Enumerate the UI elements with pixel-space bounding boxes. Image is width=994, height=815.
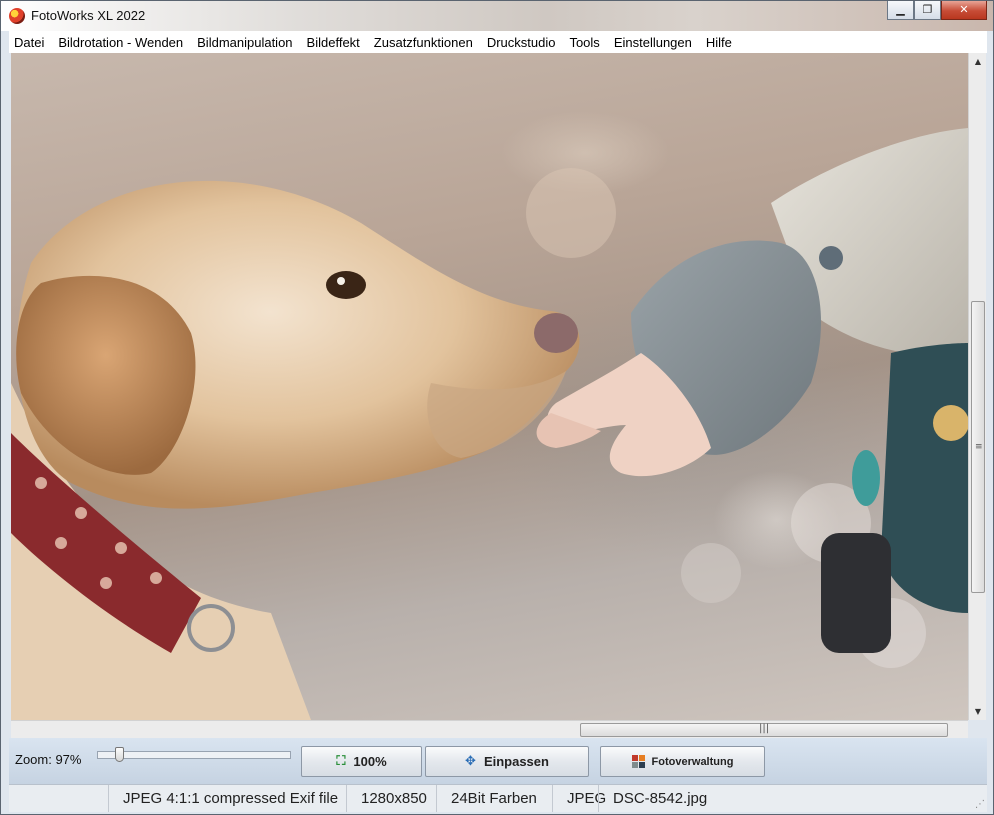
collar-dot xyxy=(150,572,162,584)
horizontal-scroll-thumb[interactable]: ||| xyxy=(580,723,948,737)
vertical-scroll-thumb[interactable]: ≡ xyxy=(971,301,985,593)
photo-canvas xyxy=(11,128,968,720)
fit-to-window-icon: ✥ xyxy=(465,754,476,769)
bokeh-spot xyxy=(526,168,616,258)
status-filename: DSC-8542.jpg xyxy=(598,785,707,812)
menu-item-zusatzfunktionen[interactable]: Zusatzfunktionen xyxy=(374,35,473,50)
zoom-100-button[interactable]: ⛶ 100% xyxy=(301,746,422,777)
collar-dot xyxy=(55,537,67,549)
vertical-scrollbar[interactable]: ▲ ≡ ▼ xyxy=(968,53,986,720)
fit-button[interactable]: ✥ Einpassen xyxy=(425,746,589,777)
keychain-toy xyxy=(852,450,880,506)
resize-grip-icon[interactable]: ⋰ xyxy=(975,799,985,810)
photo-management-icon xyxy=(631,755,645,768)
app-window: FotoWorks XL 2022 ▁ ❐ ✕ Datei Bildrotati… xyxy=(0,0,994,815)
backpack-badge xyxy=(933,405,968,441)
menu-item-hilfe[interactable]: Hilfe xyxy=(706,35,732,50)
app-logo-icon[interactable] xyxy=(9,8,25,24)
scroll-up-arrow-icon[interactable]: ▲ xyxy=(969,53,987,70)
zoom-100-label: 100% xyxy=(353,754,387,769)
close-button[interactable]: ✕ xyxy=(941,1,987,20)
image-viewport[interactable] xyxy=(11,53,968,720)
status-empty xyxy=(9,785,108,812)
window-title: FotoWorks XL 2022 xyxy=(31,8,146,23)
dog-nose xyxy=(534,313,578,353)
status-color-depth: 24Bit Farben xyxy=(436,785,537,812)
status-bar: JPEG 4:1:1 compressed Exif file 1280x850… xyxy=(9,784,987,812)
menu-item-tools[interactable]: Tools xyxy=(569,35,599,50)
status-resolution: 1280x850 xyxy=(346,785,427,812)
collar-dot xyxy=(75,507,87,519)
control-bar: Zoom: 97% ⛶ 100% ✥ Einpassen Fotoverwalt… xyxy=(9,738,987,784)
zoom-slider-thumb[interactable] xyxy=(115,747,124,762)
menu-item-einstellungen[interactable]: Einstellungen xyxy=(614,35,692,50)
menu-item-bildmanipulation[interactable]: Bildmanipulation xyxy=(197,35,292,50)
menu-item-datei[interactable]: Datei xyxy=(14,35,44,50)
menu-bar: Datei Bildrotation - Wenden Bildmanipula… xyxy=(9,31,987,53)
collar-dot xyxy=(100,577,112,589)
dog-eye xyxy=(326,271,366,299)
backpack xyxy=(881,343,968,613)
jacket-button xyxy=(819,246,843,270)
menu-item-bildrotation[interactable]: Bildrotation - Wenden xyxy=(58,35,183,50)
zoom-slider-track[interactable] xyxy=(97,751,291,759)
grip-icon: ||| xyxy=(759,723,770,734)
minimize-button[interactable]: ▁ xyxy=(887,1,914,20)
horizontal-scrollbar[interactable]: ||| xyxy=(11,720,968,738)
collar-dot xyxy=(115,542,127,554)
window-controls: ▁ ❐ ✕ xyxy=(887,1,987,21)
menu-item-druckstudio[interactable]: Druckstudio xyxy=(487,35,556,50)
grip-icon: ≡ xyxy=(975,442,983,452)
scroll-down-arrow-icon[interactable]: ▼ xyxy=(969,703,987,720)
bokeh-spot xyxy=(681,543,741,603)
status-file-type: JPEG 4:1:1 compressed Exif file xyxy=(108,785,338,812)
photo-management-label: Fotoverwaltung xyxy=(651,755,734,768)
menu-item-bildeffekt[interactable]: Bildeffekt xyxy=(307,35,360,50)
eye-highlight xyxy=(337,277,345,285)
collar-dot xyxy=(35,477,47,489)
bag-strap xyxy=(821,533,891,653)
title-bar[interactable]: FotoWorks XL 2022 ▁ ❐ ✕ xyxy=(1,1,993,31)
maximize-button[interactable]: ❐ xyxy=(914,1,941,20)
fit-label: Einpassen xyxy=(483,754,549,769)
photo-management-button[interactable]: Fotoverwaltung xyxy=(600,746,765,777)
zoom-label: Zoom: 97% xyxy=(15,752,82,767)
actual-size-icon: ⛶ xyxy=(336,754,346,769)
